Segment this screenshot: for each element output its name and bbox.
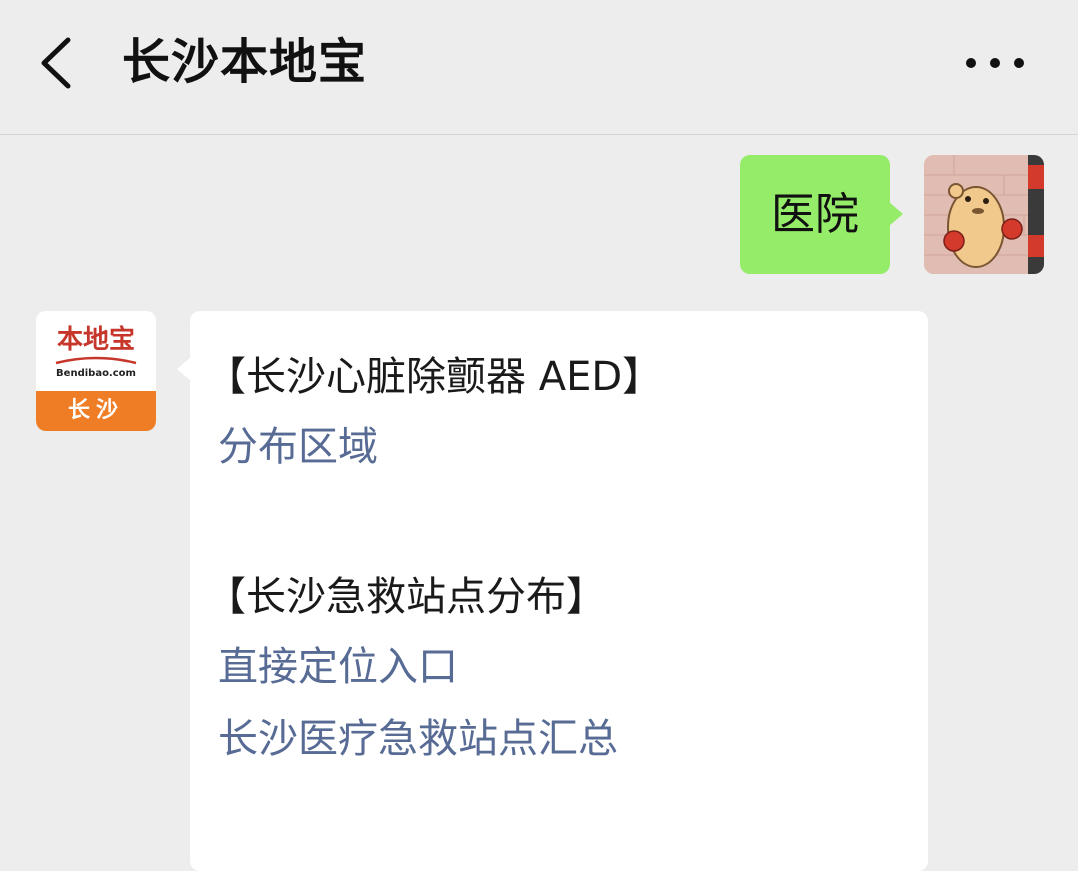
logo-url: Bendibao.com — [56, 368, 136, 379]
logo-text: 本地宝 — [56, 325, 135, 355]
chat-title: 长沙本地宝 — [122, 34, 368, 90]
user-avatar[interactable] — [924, 155, 1044, 274]
aed-section-title: 【长沙心脏除颤器 AED】 — [206, 354, 663, 400]
outgoing-message-bubble[interactable]: 医院 — [740, 155, 903, 274]
logo-city-band: 长沙 — [36, 391, 156, 431]
first-aid-section-title: 【长沙急救站点分布】 — [206, 574, 606, 620]
logo-city: 长沙 — [67, 398, 124, 423]
outgoing-message-text: 医院 — [771, 189, 859, 240]
chevron-left-icon — [41, 37, 71, 89]
bubble-tail — [177, 357, 191, 381]
more-horizontal-icon — [966, 58, 1024, 68]
incoming-message-bubble: 【长沙心脏除颤器 AED】 分布区域 【长沙急救站点分布】 直接定位入口 长沙医… — [177, 311, 928, 871]
direct-location-link[interactable]: 直接定位入口 — [218, 637, 458, 697]
chat-header: 长沙本地宝 — [0, 0, 1078, 135]
first-aid-stations-summary-link[interactable]: 长沙医疗急救站点汇总 — [218, 709, 618, 769]
back-button[interactable] — [30, 28, 90, 98]
cartoon-bear-avatar-icon — [924, 155, 1044, 274]
logo-top: 本地宝 Bendibao.com — [36, 311, 156, 385]
more-button[interactable] — [955, 40, 1035, 86]
logo-swoosh-icon — [55, 356, 137, 365]
aed-distribution-link[interactable]: 分布区域 — [218, 417, 378, 477]
bubble-tail — [889, 202, 903, 226]
bendibao-logo-avatar[interactable]: 本地宝 Bendibao.com 长沙 — [36, 311, 156, 431]
